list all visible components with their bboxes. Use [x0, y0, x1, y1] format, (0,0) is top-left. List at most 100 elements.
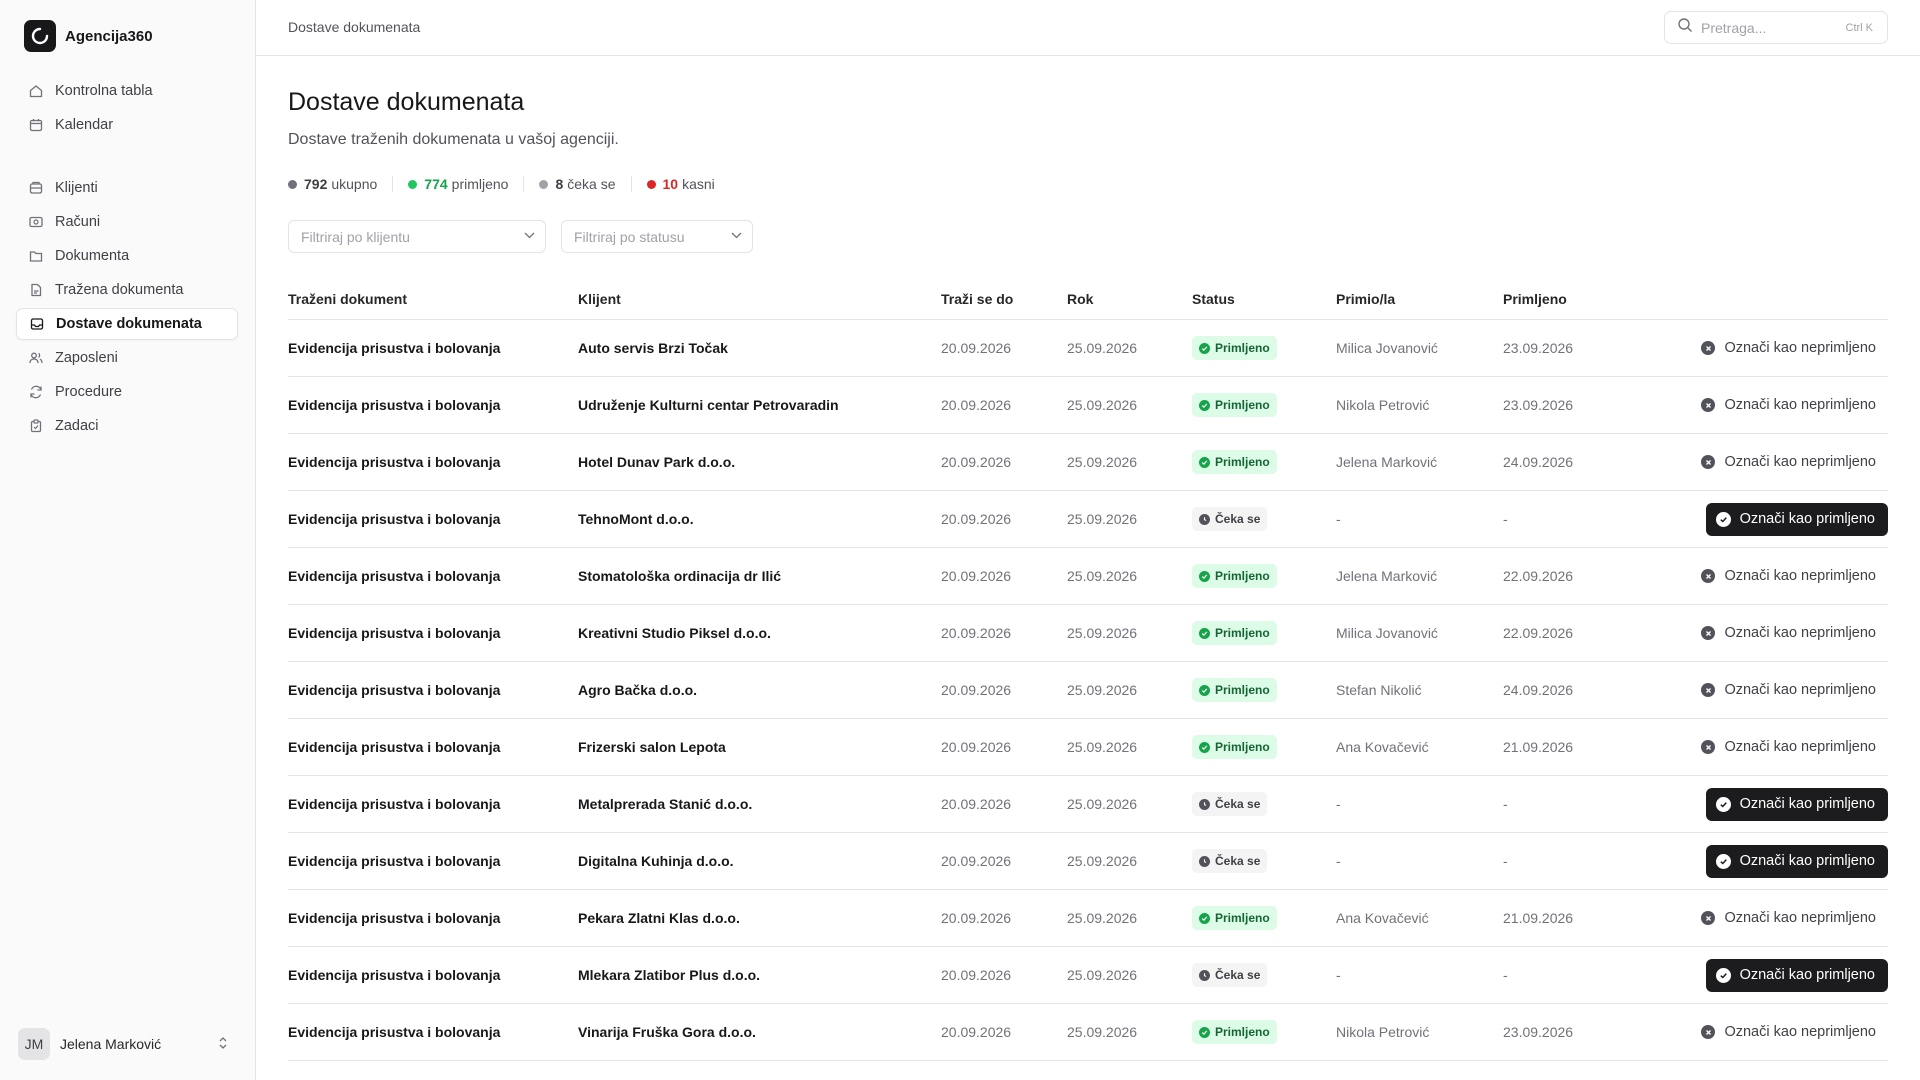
- cell-action: Označi kao neprimljeno: [1653, 617, 1888, 650]
- sidebar-item-dostave-dokumenata[interactable]: Dostave dokumenata: [16, 308, 238, 340]
- sidebar-item-zadaci[interactable]: Zadaci: [16, 410, 238, 442]
- button-label: Označi kao neprimljeno: [1724, 739, 1876, 755]
- status-badge: Čeka se: [1192, 507, 1268, 531]
- status-badge-label: Primljeno: [1215, 398, 1270, 412]
- sidebar-item-klijenti[interactable]: Klijenti: [16, 172, 238, 204]
- table-row[interactable]: Evidencija prisustva i bolovanja Metalpre…: [288, 776, 1888, 833]
- cell-client[interactable]: Kreativni Studio Piksel d.o.o.: [578, 625, 941, 641]
- x-circle-icon: [1701, 398, 1716, 412]
- cell-status: Primljeno: [1192, 1020, 1336, 1044]
- table-row[interactable]: Evidencija prisustva i bolovanja Frizersk…: [288, 719, 1888, 776]
- cell-client[interactable]: Stomatološka ordinacija dr Ilić: [578, 568, 941, 584]
- table-row[interactable]: Evidencija prisustva i bolovanja Hotel Du…: [288, 434, 1888, 491]
- table-row[interactable]: Evidencija prisustva i bolovanja Pekara Z…: [288, 890, 1888, 947]
- column-header-document[interactable]: Traženi dokument: [288, 291, 578, 307]
- cell-client[interactable]: Vinarija Fruška Gora d.o.o.: [578, 1024, 941, 1040]
- cell-requested-until: 20.09.2026: [941, 340, 1012, 356]
- table-row[interactable]: Evidencija prisustva i bolovanja Mlekara …: [288, 947, 1888, 1004]
- client-filter-select[interactable]: Filtriraj po klijentu: [288, 220, 546, 253]
- cell-received-by: Milica Jovanović: [1336, 340, 1438, 356]
- cell-due: 25.09.2026: [1067, 625, 1138, 641]
- mark-unreceived-button[interactable]: Označi kao neprimljeno: [1701, 731, 1888, 764]
- check-circle-icon: [1199, 684, 1210, 696]
- cell-client[interactable]: Auto servis Brzi Točak: [578, 340, 941, 356]
- brand[interactable]: Agencija360: [24, 20, 153, 52]
- column-header-requested-until[interactable]: Traži se do: [941, 291, 1067, 307]
- mark-received-button[interactable]: Označi kao primljeno: [1705, 787, 1888, 821]
- column-header-due[interactable]: Rok: [1067, 291, 1192, 307]
- column-header-client[interactable]: Klijent: [578, 291, 941, 307]
- mark-unreceived-button[interactable]: Označi kao neprimljeno: [1701, 446, 1888, 479]
- status-filter-select[interactable]: Filtriraj po statusu: [561, 220, 753, 253]
- column-header-received-by[interactable]: Primio/la: [1336, 291, 1503, 307]
- search-box[interactable]: Ctrl K: [1664, 11, 1888, 44]
- stat-waiting: 8 čeka se: [539, 176, 616, 192]
- sidebar-item-racuni[interactable]: Računi: [16, 206, 238, 238]
- mark-received-button[interactable]: Označi kao primljeno: [1705, 502, 1888, 536]
- cell-received: 22.09.2026: [1503, 568, 1574, 584]
- stat-received: 774 primljeno: [408, 176, 508, 192]
- cell-requested-until: 20.09.2026: [941, 1024, 1012, 1040]
- sidebar-item-kalendar[interactable]: Kalendar: [16, 109, 238, 141]
- cell-client[interactable]: Metalprerada Stanić d.o.o.: [578, 796, 941, 812]
- page-title: Dostave dokumenata: [288, 88, 525, 116]
- sidebar-item-dokumenta[interactable]: Dokumenta: [16, 240, 238, 272]
- table-row[interactable]: Evidencija prisustva i bolovanja Udruženj…: [288, 377, 1888, 434]
- mark-unreceived-button[interactable]: Označi kao neprimljeno: [1701, 560, 1888, 593]
- cell-document: Evidencija prisustva i bolovanja: [288, 340, 501, 356]
- table-row[interactable]: Evidencija prisustva i bolovanja Kreativn…: [288, 605, 1888, 662]
- cell-due: 25.09.2026: [1067, 568, 1138, 584]
- cell-action: Označi kao neprimljeno: [1653, 332, 1888, 365]
- cell-received: 24.09.2026: [1503, 454, 1574, 470]
- table-row[interactable]: Evidencija prisustva i bolovanja Vinarija…: [288, 1004, 1888, 1061]
- column-header-received[interactable]: Primljeno: [1503, 291, 1653, 307]
- mark-unreceived-button[interactable]: Označi kao neprimljeno: [1701, 1016, 1888, 1049]
- x-circle-icon: [1701, 455, 1716, 469]
- cell-client[interactable]: Agro Bačka d.o.o.: [578, 682, 941, 698]
- column-header-status[interactable]: Status: [1192, 291, 1336, 307]
- sidebar-item-procedure[interactable]: Procedure: [16, 376, 238, 408]
- table-row[interactable]: Evidencija prisustva i bolovanja Stomatol…: [288, 548, 1888, 605]
- cell-client[interactable]: Digitalna Kuhinja d.o.o.: [578, 853, 941, 869]
- table-row[interactable]: Evidencija prisustva i bolovanja Auto ser…: [288, 320, 1888, 377]
- user-menu[interactable]: JM Jelena Marković: [18, 1026, 228, 1062]
- cell-client[interactable]: TehnoMont d.o.o.: [578, 511, 941, 527]
- stat-value: 792: [304, 176, 328, 192]
- sidebar-item-kontrolna-tabla[interactable]: Kontrolna tabla: [16, 75, 238, 107]
- sidebar-item-label: Dokumenta: [55, 248, 130, 264]
- cell-due: 25.09.2026: [1067, 682, 1138, 698]
- cell-requested-until: 20.09.2026: [941, 967, 1012, 983]
- mark-unreceived-button[interactable]: Označi kao neprimljeno: [1701, 389, 1888, 422]
- cell-client[interactable]: Mlekara Zlatibor Plus d.o.o.: [578, 967, 941, 983]
- stat-label: kasni: [682, 176, 715, 192]
- status-badge: Primljeno: [1192, 336, 1277, 360]
- search-input[interactable]: [1701, 19, 1838, 36]
- mark-unreceived-button[interactable]: Označi kao neprimljeno: [1701, 617, 1888, 650]
- avatar: JM: [18, 1028, 50, 1060]
- app-name: Agencija360: [65, 27, 153, 45]
- check-circle-icon: [1715, 796, 1731, 812]
- status-badge: Primljeno: [1192, 1020, 1277, 1044]
- sidebar-item-trazena-dokumenta[interactable]: Tražena dokumenta: [16, 274, 238, 306]
- mark-unreceived-button[interactable]: Označi kao neprimljeno: [1701, 332, 1888, 365]
- mark-unreceived-button[interactable]: Označi kao neprimljeno: [1701, 902, 1888, 935]
- cell-received: 22.09.2026: [1503, 625, 1574, 641]
- mark-received-button[interactable]: Označi kao primljeno: [1705, 958, 1888, 992]
- mark-unreceived-button[interactable]: Označi kao neprimljeno: [1701, 674, 1888, 707]
- button-label: Označi kao primljeno: [1739, 796, 1875, 812]
- cell-client[interactable]: Hotel Dunav Park d.o.o.: [578, 454, 941, 470]
- cell-status: Primljeno: [1192, 678, 1336, 702]
- table-row[interactable]: Evidencija prisustva i bolovanja TehnoMon…: [288, 491, 1888, 548]
- cell-action: Označi kao neprimljeno: [1653, 1016, 1888, 1049]
- table-row[interactable]: Evidencija prisustva i bolovanja Digitaln…: [288, 833, 1888, 890]
- cell-client[interactable]: Pekara Zlatni Klas d.o.o.: [578, 910, 941, 926]
- sidebar-item-zaposleni[interactable]: Zaposleni: [16, 342, 238, 374]
- button-label: Označi kao primljeno: [1739, 967, 1875, 983]
- divider: [630, 176, 632, 192]
- breadcrumb[interactable]: Dostave dokumenata: [288, 19, 420, 35]
- table-row[interactable]: Evidencija prisustva i bolovanja Agro Bač…: [288, 662, 1888, 719]
- cell-received-by: Jelena Marković: [1336, 454, 1438, 470]
- cell-client[interactable]: Udruženje Kulturni centar Petrovaradin: [578, 397, 941, 413]
- mark-received-button[interactable]: Označi kao primljeno: [1705, 844, 1888, 878]
- cell-client[interactable]: Frizerski salon Lepota: [578, 739, 941, 755]
